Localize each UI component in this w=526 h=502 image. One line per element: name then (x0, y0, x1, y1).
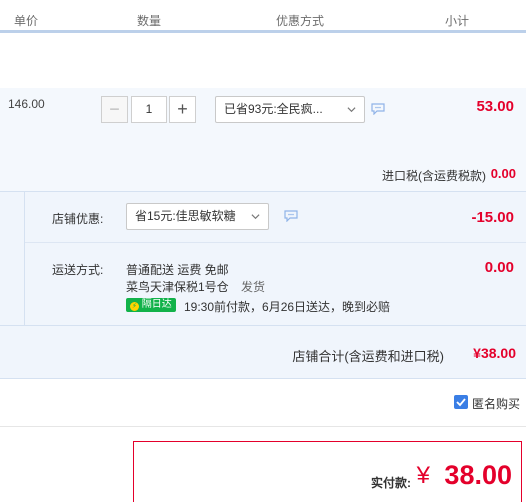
lightning-icon: ⚡ (130, 302, 139, 311)
divider (25, 242, 526, 243)
payment-label: 实付款: (371, 476, 411, 490)
shipping-method: 普通配送 运费 免邮 (126, 263, 229, 277)
import-tax-label: 进口税(含运费税款) (382, 169, 486, 183)
unit-price: 146.00 (8, 97, 45, 111)
payment-amount: 38.00 (444, 460, 512, 490)
payment-currency: ¥ (416, 462, 430, 489)
promo-select-value: 已省93元:全民疯... (224, 102, 323, 116)
promo-select[interactable]: 已省93元:全民疯... (215, 96, 365, 123)
shop-total-value: ¥38.00 (473, 345, 516, 361)
header-unit-price: 单价 (14, 14, 39, 28)
ship-status: 发货 (241, 280, 266, 294)
shipping-value: 0.00 (484, 259, 514, 276)
header-subtotal: 小计 (445, 14, 470, 28)
chat-icon[interactable] (371, 103, 385, 115)
divider (0, 378, 526, 379)
delivery-note: 19:30前付款，6月26日送达，晚到必赔 (184, 300, 391, 314)
import-tax-value: 0.00 (490, 166, 516, 181)
header-promo: 优惠方式 (276, 14, 325, 28)
anonymous-checkbox[interactable] (454, 395, 468, 409)
divider (0, 325, 526, 326)
next-day-badge: ⚡ 隔日达 (126, 298, 176, 312)
shop-discount-select-value: 省15元:佳思敏软糖 (135, 209, 236, 223)
quantity-minus-button[interactable]: − (101, 96, 128, 123)
item-subtotal: 53.00 (476, 98, 514, 115)
divider (0, 426, 526, 427)
quantity-input[interactable]: 1 (131, 96, 167, 123)
order-confirm-page: 单价 数量 优惠方式 小计 146.00 − 1 + 已省93元:全民疯... … (0, 0, 526, 502)
header-quantity: 数量 (137, 14, 162, 28)
shop-total-label: 店铺合计(含运费和进口税) (292, 349, 444, 364)
shop-discount-select[interactable]: 省15元:佳思敏软糖 (126, 203, 269, 230)
divider (24, 191, 25, 325)
badge-label: 隔日达 (141, 299, 172, 310)
check-icon (456, 398, 466, 407)
chevron-down-icon (251, 214, 260, 220)
table-header: 单价 数量 优惠方式 小计 (0, 0, 526, 33)
chat-icon[interactable] (284, 210, 298, 222)
shipping-label: 运送方式: (52, 263, 104, 277)
anonymous-label[interactable]: 匿名购买 (472, 395, 520, 412)
quantity-stepper: − 1 + (101, 96, 197, 123)
warehouse-name: 菜鸟天津保税1号仓 (126, 280, 229, 294)
divider (0, 191, 526, 192)
quantity-plus-button[interactable]: + (169, 96, 196, 123)
shop-discount-value: -15.00 (471, 209, 514, 226)
shop-discount-label: 店铺优惠: (52, 212, 104, 226)
chevron-down-icon (347, 107, 356, 113)
